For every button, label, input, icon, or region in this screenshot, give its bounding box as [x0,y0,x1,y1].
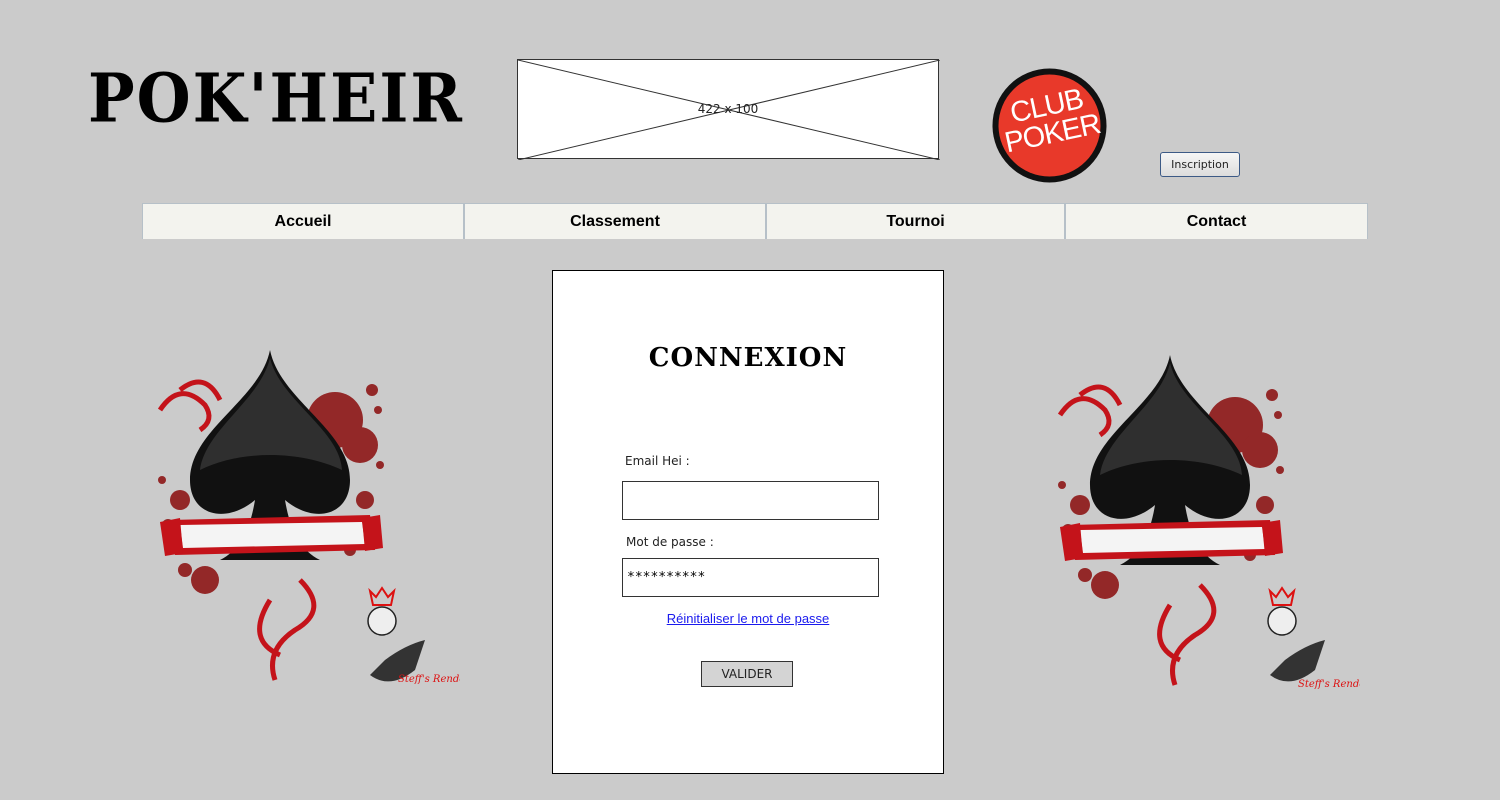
login-title: CONNEXION [648,343,848,373]
inscription-button[interactable]: Inscription [1160,152,1240,177]
login-card: CONNEXION Email Hei : Mot de passe : Réi… [552,270,944,774]
banner-placeholder-image: 422 x 100 [517,59,940,160]
site-logo: POK'HEIR [88,59,464,138]
main-nav: Accueil Classement Tournoi Contact [142,203,1368,239]
signature-right: Steff's Render [1298,679,1360,690]
email-label: Email Hei : [625,454,690,468]
email-field[interactable] [622,481,879,520]
nav-item-contact[interactable]: Contact [1065,203,1368,239]
password-label: Mot de passe : [626,535,714,549]
submit-button[interactable]: VALIDER [701,661,793,687]
nav-item-accueil[interactable]: Accueil [142,203,464,239]
spade-decoration-left-image: Steff's Render [157,350,460,685]
nav-item-classement[interactable]: Classement [464,203,766,239]
signature-left: Steff's Render [398,674,460,685]
password-field[interactable] [622,558,879,597]
reset-password-link[interactable]: Réinitialiser le mot de passe [553,611,943,626]
placeholder-label: 422 x 100 [697,102,759,116]
spade-decoration-right-image: Steff's Render [1057,355,1360,690]
nav-item-tournoi[interactable]: Tournoi [766,203,1065,239]
